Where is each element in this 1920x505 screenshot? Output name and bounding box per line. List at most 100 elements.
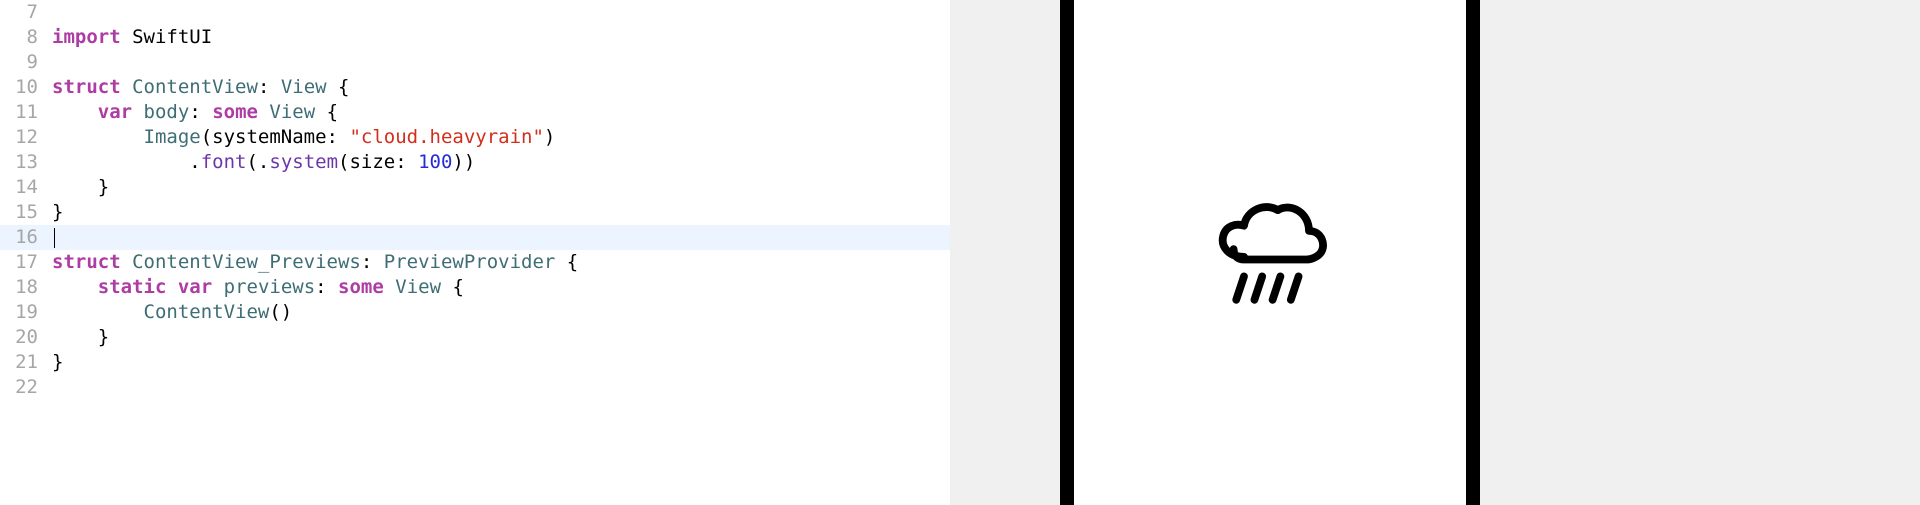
code-token: system bbox=[269, 151, 338, 173]
line-number: 8 bbox=[0, 25, 52, 50]
code-content[interactable]: var body: some View { bbox=[52, 100, 950, 125]
code-token bbox=[121, 76, 132, 98]
line-number: 12 bbox=[0, 125, 52, 150]
code-line[interactable]: 19 ContentView() bbox=[0, 300, 950, 325]
code-token: : bbox=[189, 101, 212, 123]
line-number: 15 bbox=[0, 200, 52, 225]
code-content[interactable]: } bbox=[52, 200, 950, 225]
code-content[interactable]: ContentView() bbox=[52, 300, 950, 325]
code-token: : bbox=[361, 251, 384, 273]
line-number: 18 bbox=[0, 275, 52, 300]
code-token: some bbox=[338, 276, 384, 298]
code-token: { bbox=[441, 276, 464, 298]
code-token: )) bbox=[452, 151, 475, 173]
code-token: import bbox=[52, 26, 121, 48]
code-line[interactable]: 20 } bbox=[0, 325, 950, 350]
code-line[interactable]: 18 static var previews: some View { bbox=[0, 275, 950, 300]
code-token: "cloud.heavyrain" bbox=[349, 126, 543, 148]
pane-divider-area bbox=[950, 0, 1060, 505]
text-cursor bbox=[54, 228, 55, 248]
code-token: (systemName: bbox=[201, 126, 350, 148]
code-token bbox=[121, 251, 132, 273]
code-content[interactable]: struct ContentView: View { bbox=[52, 75, 950, 100]
code-token bbox=[258, 101, 269, 123]
code-token: () bbox=[269, 301, 292, 323]
code-content[interactable] bbox=[52, 375, 950, 400]
code-content[interactable]: import SwiftUI bbox=[52, 25, 950, 50]
code-token: var bbox=[178, 276, 212, 298]
code-token: { bbox=[315, 101, 338, 123]
code-content[interactable]: static var previews: some View { bbox=[52, 275, 950, 300]
code-line[interactable]: 14 } bbox=[0, 175, 950, 200]
preview-right-margin bbox=[1480, 0, 1920, 505]
code-line[interactable]: 21} bbox=[0, 350, 950, 375]
code-token: View bbox=[281, 76, 327, 98]
code-token bbox=[52, 276, 98, 298]
line-number: 22 bbox=[0, 375, 52, 400]
code-content[interactable] bbox=[52, 50, 950, 75]
code-token: body bbox=[144, 101, 190, 123]
line-number: 7 bbox=[0, 0, 52, 25]
code-line[interactable]: 13 .font(.system(size: 100)) bbox=[0, 150, 950, 175]
code-token bbox=[132, 101, 143, 123]
code-token: } bbox=[52, 176, 109, 198]
code-token: } bbox=[52, 326, 109, 348]
code-line[interactable]: 22 bbox=[0, 375, 950, 400]
code-token: var bbox=[98, 101, 132, 123]
code-token bbox=[166, 276, 177, 298]
code-token: font bbox=[201, 151, 247, 173]
code-token: SwiftUI bbox=[121, 26, 213, 48]
code-token: { bbox=[327, 76, 350, 98]
code-content[interactable]: } bbox=[52, 350, 950, 375]
code-token: ) bbox=[544, 126, 555, 148]
code-line[interactable]: 12 Image(systemName: "cloud.heavyrain") bbox=[0, 125, 950, 150]
line-number: 17 bbox=[0, 250, 52, 275]
code-token: Image bbox=[144, 126, 201, 148]
code-token: some bbox=[212, 101, 258, 123]
code-content[interactable]: } bbox=[52, 325, 950, 350]
code-content[interactable] bbox=[52, 225, 950, 250]
code-token: ContentView bbox=[132, 76, 258, 98]
code-token: static bbox=[98, 276, 167, 298]
code-token: (size: bbox=[338, 151, 418, 173]
code-token: PreviewProvider bbox=[384, 251, 556, 273]
code-token bbox=[52, 301, 144, 323]
code-line[interactable]: 16 bbox=[0, 225, 950, 250]
code-content[interactable]: } bbox=[52, 175, 950, 200]
line-number: 20 bbox=[0, 325, 52, 350]
code-line[interactable]: 17struct ContentView_Previews: PreviewPr… bbox=[0, 250, 950, 275]
code-token: : bbox=[315, 276, 338, 298]
code-token: struct bbox=[52, 76, 121, 98]
code-content[interactable] bbox=[52, 0, 950, 25]
code-line[interactable]: 8import SwiftUI bbox=[0, 25, 950, 50]
line-number: 14 bbox=[0, 175, 52, 200]
line-number: 16 bbox=[0, 225, 52, 250]
code-line[interactable]: 10struct ContentView: View { bbox=[0, 75, 950, 100]
code-token: ContentView_Previews bbox=[132, 251, 361, 273]
code-line[interactable]: 9 bbox=[0, 50, 950, 75]
code-content[interactable]: struct ContentView_Previews: PreviewProv… bbox=[52, 250, 950, 275]
code-editor[interactable]: 78import SwiftUI910struct ContentView: V… bbox=[0, 0, 950, 505]
code-line[interactable]: 15} bbox=[0, 200, 950, 225]
code-content[interactable]: Image(systemName: "cloud.heavyrain") bbox=[52, 125, 950, 150]
line-number: 9 bbox=[0, 50, 52, 75]
code-token bbox=[52, 126, 144, 148]
code-content[interactable]: .font(.system(size: 100)) bbox=[52, 150, 950, 175]
code-token: { bbox=[555, 251, 578, 273]
code-token: . bbox=[52, 151, 201, 173]
line-number: 19 bbox=[0, 300, 52, 325]
code-token: (. bbox=[246, 151, 269, 173]
cloud-heavyrain-icon bbox=[1205, 188, 1335, 318]
code-token: 100 bbox=[418, 151, 452, 173]
code-token: View bbox=[269, 101, 315, 123]
code-token: } bbox=[52, 351, 63, 373]
code-token bbox=[52, 101, 98, 123]
device-preview-frame bbox=[1060, 0, 1480, 505]
code-line[interactable]: 7 bbox=[0, 0, 950, 25]
line-number: 21 bbox=[0, 350, 52, 375]
line-number: 13 bbox=[0, 150, 52, 175]
code-token bbox=[384, 276, 395, 298]
code-token: : bbox=[258, 76, 281, 98]
code-line[interactable]: 11 var body: some View { bbox=[0, 100, 950, 125]
code-token bbox=[212, 276, 223, 298]
